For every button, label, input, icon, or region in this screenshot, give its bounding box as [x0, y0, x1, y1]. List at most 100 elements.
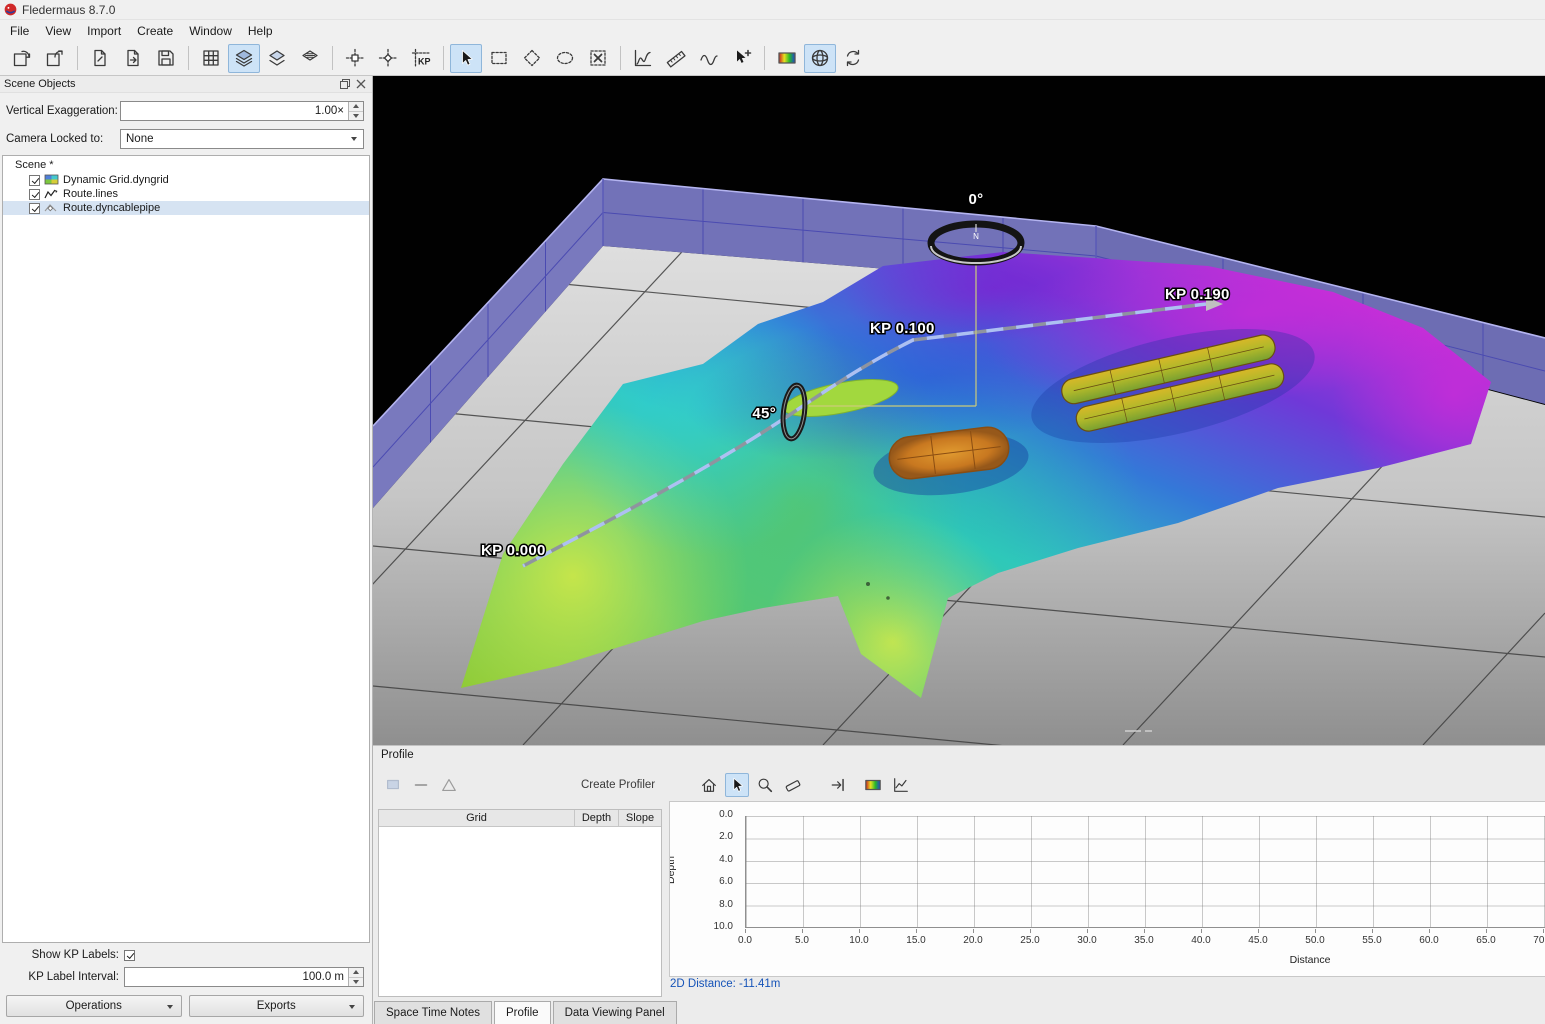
menu-help[interactable]: Help	[240, 22, 281, 40]
tree-item-route-cablepipe[interactable]: Route.dyncablepipe	[3, 201, 369, 215]
3d-viewport[interactable]: N KP 0.000 KP 0.100 KP 0.190 0° 45°	[373, 76, 1545, 745]
heading-angle-label: 0°	[969, 191, 984, 208]
scene-3d-canvas[interactable]: N KP 0.000 KP 0.100 KP 0.190 0° 45°	[373, 76, 1545, 745]
kp-interval-spinner[interactable]	[348, 968, 363, 986]
reference-area-button[interactable]	[381, 773, 405, 797]
bottom-tabs: Space Time Notes Profile Data Viewing Pa…	[373, 1001, 677, 1024]
histogram-button[interactable]	[627, 44, 659, 73]
tab-space-time-notes[interactable]: Space Time Notes	[374, 1001, 492, 1024]
float-panel-icon	[339, 78, 351, 90]
clear-selection-button[interactable]	[582, 44, 614, 73]
profile-marker-icon	[830, 776, 848, 794]
menu-file[interactable]: File	[2, 22, 37, 40]
profile-zoom-button[interactable]	[753, 773, 777, 797]
refresh-view-button[interactable]	[39, 44, 71, 73]
x-tick: 35.0	[1124, 935, 1164, 946]
column-header-slope[interactable]: Slope	[619, 810, 661, 826]
vertical-exaggeration-input[interactable]: 1.00×	[120, 101, 364, 121]
close-panel-button[interactable]	[354, 78, 368, 91]
profile-colormap-button[interactable]	[861, 773, 885, 797]
layer-contours-icon	[300, 48, 320, 68]
kp-pick-icon: KP	[411, 48, 431, 68]
tree-item-route-lines[interactable]: Route.lines	[3, 187, 369, 201]
rect-select-button[interactable]	[483, 44, 515, 73]
column-header-grid[interactable]: Grid	[379, 810, 575, 826]
spin-down-button[interactable]	[349, 978, 363, 987]
camera-locked-select[interactable]: None	[120, 129, 364, 149]
refresh-view-icon	[45, 48, 65, 68]
vertical-exaggeration-spinner[interactable]	[348, 102, 363, 120]
exports-button[interactable]: Exports	[189, 995, 365, 1017]
pick-info-button[interactable]	[726, 44, 758, 73]
profile-grid-table[interactable]: Grid Depth Slope	[378, 809, 662, 997]
profile-chart-button[interactable]	[889, 773, 913, 797]
spin-up-button[interactable]	[349, 102, 363, 112]
kp-pick-button[interactable]: KP	[405, 44, 437, 73]
scene-tree[interactable]: Scene * Dynamic Grid.dyngrid Route.lines…	[2, 155, 370, 943]
profile-marker-button[interactable]	[827, 773, 851, 797]
vertical-exaggeration-value: 1.00×	[121, 102, 348, 120]
vertical-exaggeration-label: Vertical Exaggeration:	[6, 105, 120, 117]
edit-nodes-button[interactable]	[339, 44, 371, 73]
visibility-checkbox[interactable]	[29, 203, 40, 214]
shading-layers-button[interactable]	[228, 44, 260, 73]
lasso-select-button[interactable]	[549, 44, 581, 73]
table-header-row: Grid Depth Slope	[379, 810, 661, 827]
remove-profile-button[interactable]	[409, 773, 433, 797]
profile-curve-button[interactable]	[693, 44, 725, 73]
triangle-marker-button[interactable]	[437, 773, 461, 797]
profile-plot-area[interactable]	[745, 816, 1545, 928]
layer-shade-button[interactable]	[261, 44, 293, 73]
kp-label-2: KP 0.190	[1165, 286, 1230, 303]
polygon-select-icon	[522, 48, 542, 68]
visibility-checkbox[interactable]	[29, 175, 40, 186]
layer-contours-button[interactable]	[294, 44, 326, 73]
rect-select-icon	[489, 48, 509, 68]
pick-info-icon	[732, 48, 752, 68]
menu-create[interactable]: Create	[129, 22, 181, 40]
tree-item-dynamic-grid[interactable]: Dynamic Grid.dyngrid	[3, 173, 369, 187]
toolbar-separator	[443, 46, 444, 70]
polygon-select-button[interactable]	[516, 44, 548, 73]
x-tick: 10.0	[839, 935, 879, 946]
menu-import[interactable]: Import	[79, 22, 129, 40]
3d-grid-button[interactable]	[804, 44, 836, 73]
pitch-angle-label: 45°	[752, 405, 776, 422]
spin-down-button[interactable]	[349, 112, 363, 121]
kp-label-0: KP 0.000	[481, 542, 546, 559]
float-panel-button[interactable]	[338, 78, 352, 91]
menu-window[interactable]: Window	[181, 22, 240, 40]
profile-select-button[interactable]	[725, 773, 749, 797]
visibility-checkbox[interactable]	[29, 189, 40, 200]
colormap-button[interactable]	[771, 44, 803, 73]
x-tick: 55.0	[1352, 935, 1392, 946]
grid-display-button[interactable]	[195, 44, 227, 73]
operations-button[interactable]: Operations	[6, 995, 182, 1017]
kp-label-interval-input[interactable]: 100.0 m	[124, 967, 364, 987]
tab-data-viewing-panel[interactable]: Data Viewing Panel	[553, 1001, 677, 1024]
camera-locked-label: Camera Locked to:	[6, 133, 120, 145]
kp-label-interval-label: KP Label Interval:	[6, 971, 124, 983]
save-button[interactable]	[150, 44, 182, 73]
home-icon	[700, 776, 718, 794]
menu-view[interactable]: View	[37, 22, 79, 40]
move-vertex-button[interactable]	[372, 44, 404, 73]
tab-profile[interactable]: Profile	[494, 1001, 551, 1024]
reset-view-button[interactable]	[6, 44, 38, 73]
toolbar-separator	[620, 46, 621, 70]
measure-button[interactable]	[660, 44, 692, 73]
cable-pipe-icon	[44, 202, 59, 214]
sync-views-button[interactable]	[837, 44, 869, 73]
select-arrow-icon	[456, 48, 476, 68]
export-document-button[interactable]	[117, 44, 149, 73]
show-kp-labels-checkbox[interactable]	[124, 950, 135, 961]
shading-layers-icon	[234, 48, 254, 68]
column-header-depth[interactable]: Depth	[575, 810, 619, 826]
save-icon	[156, 48, 176, 68]
x-tick: 25.0	[1010, 935, 1050, 946]
profile-eraser-button[interactable]	[781, 773, 805, 797]
new-document-button[interactable]	[84, 44, 116, 73]
home-view-button[interactable]	[697, 773, 721, 797]
select-arrow-button[interactable]	[450, 44, 482, 73]
chart-line-icon	[892, 776, 910, 794]
